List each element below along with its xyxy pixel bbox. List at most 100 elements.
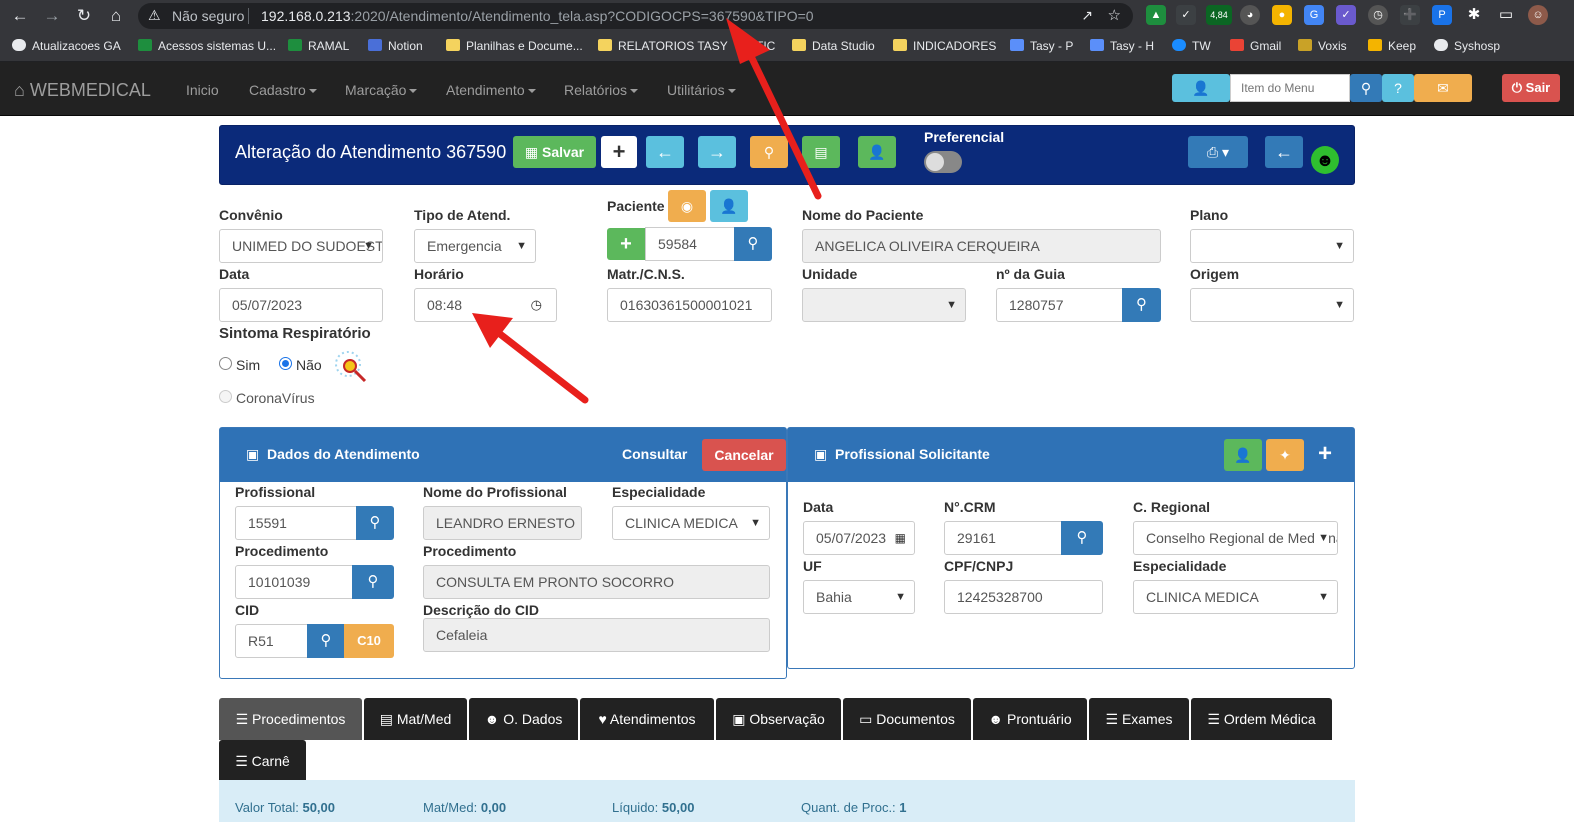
- minimize-icon[interactable]: ▣: [814, 446, 827, 462]
- search-button[interactable]: ⚲: [750, 136, 788, 168]
- nav-utilitarios[interactable]: Utilitários: [667, 82, 736, 98]
- tab-procedimentos[interactable]: ☰ Procedimentos: [219, 698, 362, 740]
- bookmark-item[interactable]: Acessos sistemas U...: [138, 39, 276, 53]
- address-bar[interactable]: ⚠ Não seguro 192.168.0.213:2020/Atendime…: [138, 3, 1133, 29]
- pin-button[interactable]: ✦: [1266, 439, 1304, 471]
- unidade-select[interactable]: ▼: [802, 288, 966, 322]
- tab-exames[interactable]: ☰ Exames: [1089, 698, 1189, 740]
- bookmark-item[interactable]: Tasy - H: [1090, 39, 1154, 53]
- cid-input[interactable]: R51: [235, 624, 308, 658]
- bookmark-item[interactable]: RAMAL: [288, 39, 349, 53]
- patient-search-button[interactable]: ⚲: [734, 227, 772, 261]
- origem-select[interactable]: ▼: [1190, 288, 1354, 322]
- bookmark-item[interactable]: Data Studio: [792, 39, 875, 53]
- paciente-input[interactable]: 59584: [645, 227, 735, 261]
- guia-input[interactable]: 1280757: [996, 288, 1123, 322]
- star-icon[interactable]: ☆: [1108, 6, 1121, 24]
- guia-search-button[interactable]: ⚲: [1122, 288, 1161, 322]
- bookmark-item[interactable]: RELATORIOS TASY: [598, 39, 728, 53]
- clock-icon[interactable]: ◷: [1368, 5, 1388, 25]
- tab-atendimentos[interactable]: ♥ Atendimentos: [580, 698, 714, 740]
- video-button[interactable]: ▤: [802, 136, 840, 168]
- minimize-icon[interactable]: ▣: [246, 446, 259, 462]
- sim-radio[interactable]: [219, 357, 232, 370]
- consultar-link[interactable]: Consultar: [622, 446, 687, 462]
- reload-icon[interactable]: ↻: [72, 4, 96, 28]
- add-patient-button[interactable]: +: [607, 228, 645, 260]
- bookmark-item[interactable]: Tasy - P: [1010, 39, 1073, 53]
- tab-documentos[interactable]: ▭ Documentos: [843, 698, 971, 740]
- tab-observacao[interactable]: ▣ Observação: [716, 698, 841, 740]
- print-button[interactable]: ⎙ ▾: [1188, 136, 1248, 168]
- bookmark-item[interactable]: Syshosp: [1434, 39, 1500, 53]
- check-icon[interactable]: ✓: [1336, 5, 1356, 25]
- nav-relatorios[interactable]: Relatórios: [564, 82, 639, 98]
- preferencial-toggle[interactable]: [924, 151, 962, 173]
- ext-badge[interactable]: 4,84: [1206, 5, 1232, 25]
- nav-atendimento[interactable]: Atendimento: [446, 82, 536, 98]
- plano-select[interactable]: ▼: [1190, 229, 1354, 263]
- sol-esp-select[interactable]: CLINICA MEDICA ▼: [1133, 580, 1338, 614]
- exit-button[interactable]: ⏻ Sair: [1502, 74, 1560, 102]
- bookmark-item[interactable]: Atualizacoes GA: [12, 39, 121, 53]
- proc-input[interactable]: 10101039: [235, 565, 353, 599]
- keep-icon[interactable]: ●: [1272, 5, 1292, 25]
- share-icon[interactable]: ↗: [1081, 7, 1093, 24]
- bookmark-item[interactable]: TW: [1172, 39, 1211, 53]
- convenio-select[interactable]: UNIMED DO SUDOESTE ▼: [219, 229, 383, 263]
- nav-cadastro[interactable]: Cadastro: [249, 82, 317, 98]
- search-button[interactable]: ⚲: [1350, 74, 1382, 102]
- crm-search-button[interactable]: ⚲: [1061, 521, 1103, 555]
- user-button[interactable]: 👤: [1172, 74, 1230, 102]
- proc-search-button[interactable]: ⚲: [352, 565, 394, 599]
- data-input[interactable]: 05/07/2023: [219, 288, 383, 322]
- previous-button[interactable]: ←: [646, 136, 684, 168]
- bookmark-item[interactable]: TIC: [736, 39, 775, 53]
- bookmark-item[interactable]: Gmail: [1230, 39, 1281, 53]
- bookmark-item[interactable]: INDICADORES: [893, 39, 996, 53]
- tab-prontuario[interactable]: ☻ Prontuário: [973, 698, 1087, 740]
- magnifier-icon[interactable]: [330, 350, 372, 384]
- puzzle-icon[interactable]: ✱: [1464, 5, 1484, 25]
- brand[interactable]: ⌂ WEBMEDICAL: [14, 80, 151, 101]
- solicitante-user-button[interactable]: 👤: [1224, 439, 1262, 471]
- add-button[interactable]: +: [601, 136, 637, 168]
- crm-input[interactable]: 29161: [944, 521, 1062, 555]
- horario-input[interactable]: 08:48 ◷: [414, 288, 557, 322]
- avatar[interactable]: ☺: [1528, 5, 1548, 25]
- add-solicitante-icon[interactable]: +: [1318, 440, 1332, 468]
- tab-odados[interactable]: ☻ O. Dados: [469, 698, 578, 740]
- translate-icon[interactable]: G: [1304, 5, 1324, 25]
- prof-input[interactable]: 15591: [235, 506, 357, 540]
- menu-search-input[interactable]: [1230, 74, 1350, 102]
- forward-icon[interactable]: →: [40, 4, 64, 28]
- nav-inicio[interactable]: Inicio: [186, 82, 219, 98]
- bookmark-item[interactable]: Notion: [368, 39, 423, 53]
- sol-data-input[interactable]: 05/07/2023 ▦: [803, 521, 915, 555]
- help-button[interactable]: ?: [1382, 74, 1414, 102]
- tipo-select[interactable]: Emergencia ▼: [414, 229, 536, 263]
- esp-select[interactable]: CLINICA MEDICA ▼: [612, 506, 770, 540]
- cid-search-button[interactable]: ⚲: [307, 624, 345, 658]
- plus-ext-icon[interactable]: ➕: [1400, 5, 1420, 25]
- back-icon[interactable]: ←: [8, 4, 32, 28]
- save-button[interactable]: ▦ Salvar: [513, 136, 596, 168]
- prof-search-button[interactable]: ⚲: [356, 506, 394, 540]
- tab-carne[interactable]: ☰ Carnê: [219, 740, 306, 782]
- matr-input[interactable]: 01630361500001021: [607, 288, 772, 322]
- bookmark-item[interactable]: Keep: [1368, 39, 1416, 53]
- regional-select[interactable]: Conselho Regional de Medicina ▼: [1133, 521, 1338, 555]
- home-icon[interactable]: ⌂: [104, 4, 128, 28]
- bookmark-item[interactable]: Planilhas e Docume...: [446, 39, 583, 53]
- extension-icon[interactable]: ✓: [1176, 5, 1196, 25]
- speedometer-icon[interactable]: ◕: [1240, 5, 1260, 25]
- patient-button[interactable]: 👤: [858, 136, 896, 168]
- calendar-icon[interactable]: ▦: [892, 531, 906, 545]
- next-button[interactable]: →: [698, 136, 736, 168]
- tab-matmed[interactable]: ▤ Mat/Med: [364, 698, 467, 740]
- corona-radio[interactable]: [219, 390, 232, 403]
- drive-icon[interactable]: ▲: [1146, 5, 1166, 25]
- nao-radio[interactable]: [279, 357, 292, 370]
- sidepanel-icon[interactable]: ▭: [1496, 5, 1516, 25]
- cancel-button[interactable]: Cancelar: [702, 439, 786, 471]
